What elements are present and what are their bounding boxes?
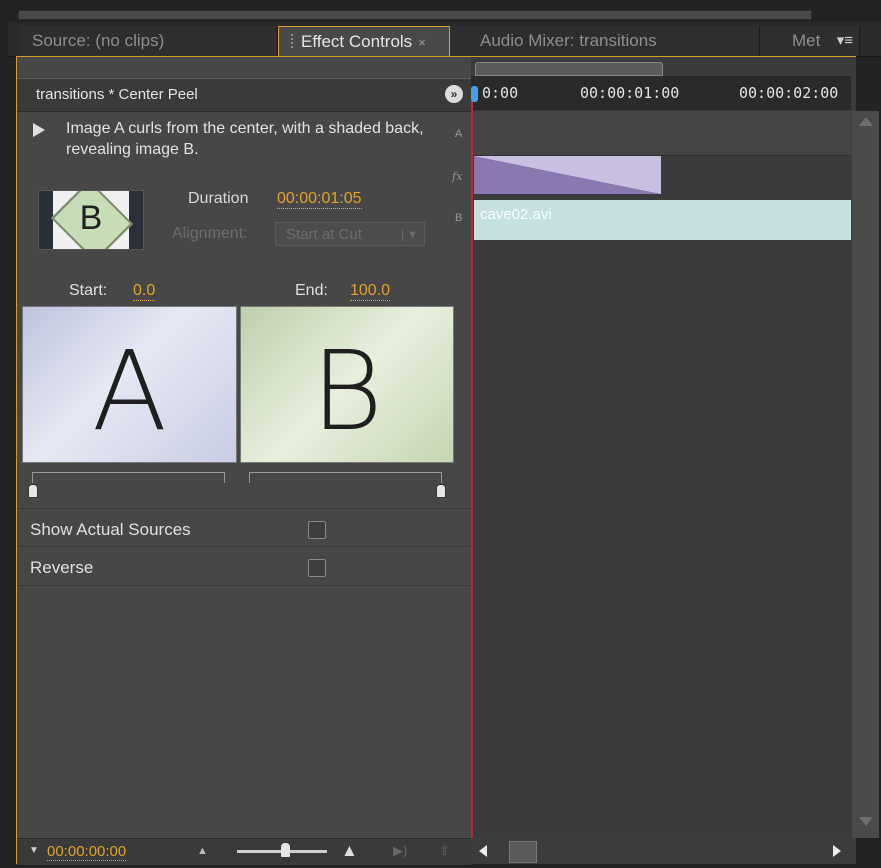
end-value[interactable]: 100.0 bbox=[350, 282, 391, 301]
track-b-label: B bbox=[455, 212, 463, 224]
scroll-down-icon[interactable] bbox=[859, 817, 873, 826]
effect-title: transitions * Center Peel bbox=[36, 86, 198, 103]
tab-audio-mixer-label: Audio Mixer: transitions bbox=[480, 31, 657, 50]
image-b-letter: B bbox=[310, 327, 384, 455]
reverse-checkbox[interactable] bbox=[308, 559, 326, 577]
fx-track-label: fx bbox=[452, 170, 463, 183]
grip-icon[interactable] bbox=[291, 34, 297, 48]
panel-menu-icon[interactable]: ▾≡ bbox=[837, 31, 853, 49]
start-preview-image: A bbox=[22, 306, 237, 463]
transition-thumbnail: B bbox=[38, 190, 144, 250]
scroll-left-icon[interactable] bbox=[479, 845, 487, 857]
end-preview-image: B bbox=[240, 306, 454, 463]
ruler-tick-label: 00:00:02:00 bbox=[739, 84, 839, 102]
transition-clip[interactable] bbox=[474, 156, 661, 194]
playhead-marker-icon: ▼ bbox=[29, 845, 39, 856]
end-slider-handle[interactable] bbox=[436, 484, 446, 498]
current-timecode[interactable]: 00:00:00:00 bbox=[47, 843, 127, 861]
start-value[interactable]: 0.0 bbox=[133, 282, 156, 301]
export-icon: ⇧ bbox=[439, 843, 450, 858]
playhead-handle[interactable] bbox=[471, 86, 478, 102]
tab-metadata-label: Met bbox=[792, 31, 821, 50]
thumb-letter: B bbox=[79, 199, 103, 237]
show-actual-sources-checkbox[interactable] bbox=[308, 521, 326, 539]
tab-effect-controls[interactable]: Effect Controls × bbox=[278, 26, 450, 56]
start-label: Start: bbox=[69, 282, 108, 299]
panel-tab-bar: Source: (no clips) Effect Controls × Audi… bbox=[8, 22, 881, 57]
close-icon[interactable]: × bbox=[418, 35, 426, 50]
scroll-right-icon[interactable] bbox=[833, 845, 841, 857]
show-hide-timeline-icon[interactable]: » bbox=[445, 85, 463, 103]
end-slider-track[interactable] bbox=[249, 472, 442, 483]
duration-label: Duration bbox=[188, 190, 249, 207]
reverse-row: Reverse bbox=[17, 549, 471, 586]
track-a-label: A bbox=[455, 128, 463, 140]
duration-value[interactable]: 00:00:01:05 bbox=[277, 190, 362, 209]
alignment-value: Start at Cut bbox=[286, 226, 362, 243]
scroll-thumb[interactable] bbox=[509, 841, 537, 863]
zoom-slider-handle[interactable] bbox=[281, 843, 290, 857]
start-slider-handle[interactable] bbox=[28, 484, 38, 498]
tab-source[interactable]: Source: (no clips) bbox=[20, 26, 278, 56]
divider bbox=[17, 508, 471, 509]
effect-header: transitions * Center Peel » bbox=[17, 78, 471, 112]
timeline-zoom-bar[interactable] bbox=[475, 62, 663, 76]
top-drag-strip[interactable] bbox=[18, 10, 812, 20]
reverse-label: Reverse bbox=[30, 558, 94, 577]
clip-b[interactable]: cave02.avi bbox=[474, 200, 851, 240]
show-actual-sources-row: Show Actual Sources bbox=[17, 511, 471, 548]
ruler-tick-label: 0:00 bbox=[482, 84, 519, 102]
ruler-tick-label: 00:00:01:00 bbox=[580, 84, 680, 102]
divider bbox=[17, 546, 471, 547]
vertical-scrollbar[interactable] bbox=[852, 111, 879, 838]
zoom-out-icon[interactable]: ▲ bbox=[197, 845, 208, 857]
tab-audio-mixer[interactable]: Audio Mixer: transitions bbox=[450, 26, 760, 56]
effect-description: Image A curls from the center, with a sh… bbox=[66, 120, 424, 158]
show-actual-sources-label: Show Actual Sources bbox=[30, 520, 191, 539]
toggle-audio-icon: ▶) bbox=[393, 843, 408, 858]
alignment-select[interactable]: Start at Cut | ▼ bbox=[275, 222, 425, 246]
divider bbox=[17, 585, 471, 586]
horizontal-scrollbar[interactable] bbox=[471, 838, 856, 864]
image-a-letter: A bbox=[91, 327, 168, 455]
scroll-up-icon[interactable] bbox=[859, 117, 873, 126]
end-label: End: bbox=[295, 282, 328, 299]
bottom-toolbar: ▼ 00:00:00:00 ▲ ▲ ▶) ⇧ bbox=[17, 838, 471, 865]
chevron-down-icon: | ▼ bbox=[401, 229, 418, 241]
play-preview-icon[interactable] bbox=[33, 123, 45, 137]
track-a-row bbox=[471, 111, 851, 156]
start-end-row: Start: 0.0 End: 100.0 bbox=[17, 282, 471, 304]
clip-b-name: cave02.avi bbox=[480, 206, 552, 223]
start-slider-track[interactable] bbox=[32, 472, 225, 483]
tab-source-label: Source: (no clips) bbox=[32, 31, 165, 50]
playhead-line[interactable] bbox=[471, 92, 473, 864]
zoom-in-icon[interactable]: ▲ bbox=[341, 841, 358, 861]
tab-effect-controls-label: Effect Controls bbox=[301, 32, 413, 51]
alignment-label: Alignment: bbox=[172, 225, 248, 242]
